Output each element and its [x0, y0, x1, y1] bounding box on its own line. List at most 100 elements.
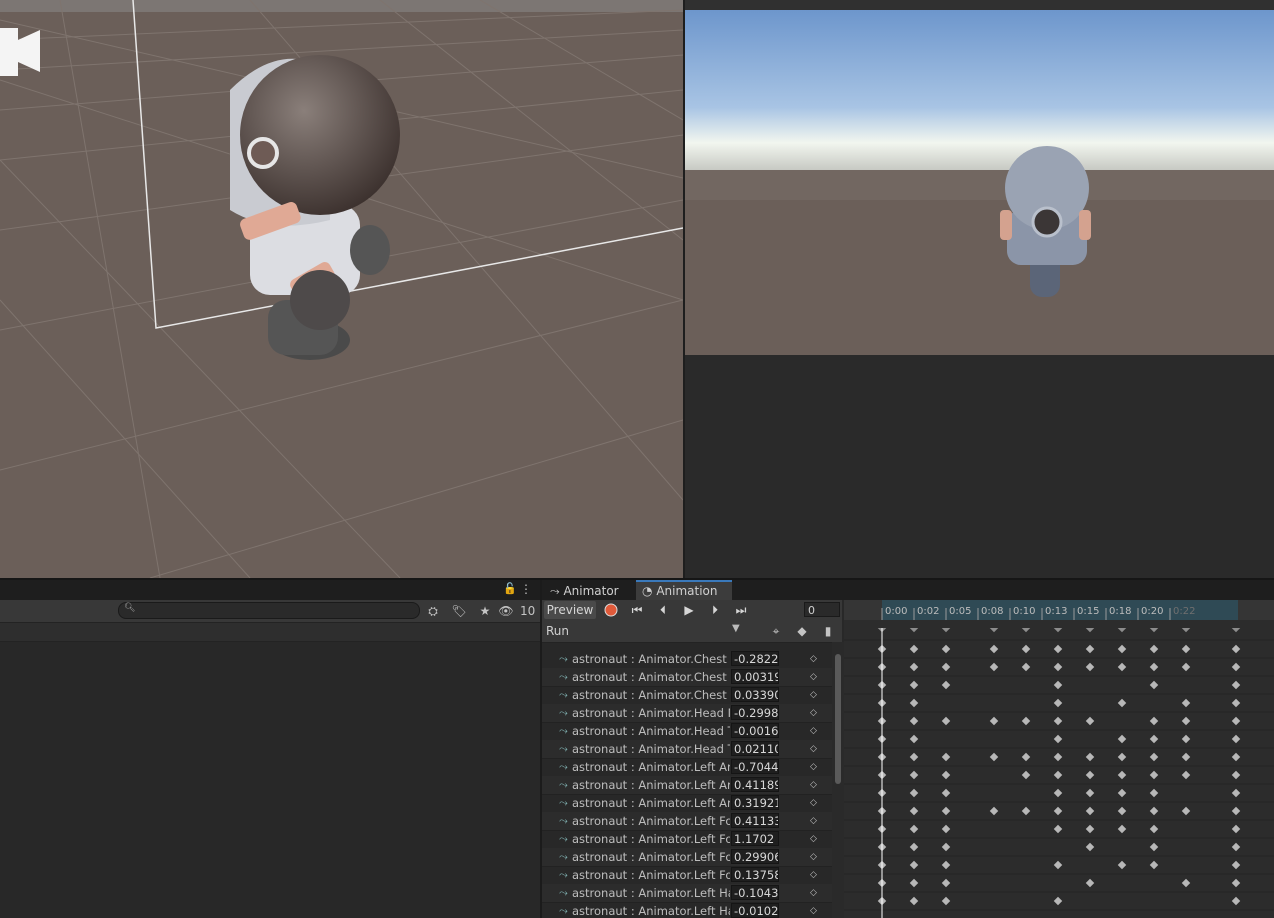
keyframe[interactable]	[1231, 896, 1241, 906]
keyframe[interactable]	[1053, 662, 1063, 672]
keyframe[interactable]	[1085, 716, 1095, 726]
keyframe[interactable]	[1231, 716, 1241, 726]
keyframe-diamond-icon[interactable]: ◇	[810, 848, 817, 866]
summary-keyframe[interactable]	[1231, 628, 1241, 633]
keyframe-diamond-icon[interactable]: ◇	[810, 722, 817, 740]
game-view[interactable]	[685, 10, 1274, 355]
keyframe[interactable]	[1149, 734, 1159, 744]
keyframe[interactable]	[1053, 806, 1063, 816]
keyframe[interactable]	[1021, 752, 1031, 762]
keyframe[interactable]	[1085, 788, 1095, 798]
keyframe[interactable]	[1085, 842, 1095, 852]
property-value-field[interactable]: 0.03390	[731, 687, 779, 702]
keyframe-diamond-icon[interactable]: ◇	[810, 704, 817, 722]
keyframe[interactable]	[1149, 662, 1159, 672]
property-value-field[interactable]: 0.00319	[731, 669, 779, 684]
property-value-field[interactable]: 0.29906	[731, 849, 779, 864]
keyframe[interactable]	[1021, 716, 1031, 726]
keyframe[interactable]	[1053, 860, 1063, 870]
property-row[interactable]: ⤳ astronaut : Animator.Left Arm Twist In-…	[542, 794, 832, 813]
keyframe-diamond-icon[interactable]: ◇	[810, 776, 817, 794]
summary-keyframe[interactable]	[941, 628, 951, 633]
keyframe[interactable]	[1053, 716, 1063, 726]
add-keyframe-icon[interactable]: ◆	[792, 622, 812, 640]
tab-animator[interactable]: ⤳ Animator	[550, 582, 640, 600]
property-row[interactable]: ⤳ astronaut : Animator.Left Arm Down-Up-0…	[542, 758, 832, 777]
summary-keyframe[interactable]	[1117, 628, 1127, 633]
keyframe[interactable]	[909, 842, 919, 852]
time-ruler[interactable]: 0:00 0:02 0:05 0:08 0:10 0:13 0:15 0:18 0:20 0:22	[844, 600, 1274, 620]
first-keyframe-icon[interactable]: ⏮	[626, 601, 648, 619]
keyframe[interactable]	[1149, 824, 1159, 834]
keyframe[interactable]	[909, 716, 919, 726]
scroll-thumb[interactable]	[835, 654, 841, 784]
keyframe[interactable]	[1181, 698, 1191, 708]
keyframe[interactable]	[1149, 860, 1159, 870]
keyframe[interactable]	[1181, 806, 1191, 816]
keyframe[interactable]	[1231, 662, 1241, 672]
preview-button[interactable]: Preview	[544, 601, 596, 619]
keyframe-diamond-icon[interactable]: ◇	[810, 758, 817, 776]
keyframe[interactable]	[1231, 698, 1241, 708]
property-value-field[interactable]: 0.41133	[731, 813, 779, 828]
keyframe-diamond-icon[interactable]: ◇	[810, 866, 817, 884]
keyframe[interactable]	[1181, 644, 1191, 654]
keyframe[interactable]	[1053, 788, 1063, 798]
keyframe[interactable]	[1149, 770, 1159, 780]
property-row[interactable]: ⤳ astronaut : Animator.Chest Left-Right0.…	[542, 668, 832, 687]
clip-dropdown[interactable]: Run	[546, 623, 746, 639]
keyframe[interactable]	[1231, 860, 1241, 870]
keyframe[interactable]	[1085, 644, 1095, 654]
add-event-icon[interactable]: ▮	[818, 622, 838, 640]
keyframe[interactable]	[1231, 824, 1241, 834]
property-row[interactable]: ⤳ astronaut : Animator.Head Tilt Left-Rig…	[542, 722, 832, 741]
keyframe[interactable]	[909, 680, 919, 690]
property-row[interactable]: ⤳ astronaut : Animator.Left Foot Twist In…	[542, 848, 832, 867]
keyframe-diamond-icon[interactable]: ◇	[810, 686, 817, 704]
keyframe[interactable]	[989, 644, 999, 654]
property-value-field[interactable]: 0.13758	[731, 867, 779, 882]
keyframe[interactable]	[941, 662, 951, 672]
keyframe[interactable]	[1231, 680, 1241, 690]
record-button[interactable]	[600, 601, 622, 619]
keyframe-diamond-icon[interactable]: ◇	[810, 884, 817, 902]
keyframe[interactable]	[1149, 680, 1159, 690]
keyframe[interactable]	[989, 806, 999, 816]
keyframe[interactable]	[909, 878, 919, 888]
favorite-star-icon[interactable]: ★	[475, 602, 495, 620]
property-value-field[interactable]: -0.7044	[731, 759, 779, 774]
keyframe[interactable]	[1149, 806, 1159, 816]
keyframe[interactable]	[1117, 734, 1127, 744]
keyframe-diamond-icon[interactable]: ◇	[810, 812, 817, 830]
keyframe[interactable]	[909, 824, 919, 834]
keyframe[interactable]	[1117, 824, 1127, 834]
property-value-field[interactable]: 0.02110	[731, 741, 779, 756]
previous-keyframe-icon[interactable]: ⏴	[652, 601, 674, 619]
keyframe[interactable]	[1117, 770, 1127, 780]
summary-keyframe[interactable]	[1021, 628, 1031, 633]
keyframe[interactable]	[941, 860, 951, 870]
keyframe[interactable]	[1181, 734, 1191, 744]
more-menu-icon[interactable]: ⋮	[516, 580, 536, 598]
keyframe[interactable]	[941, 716, 951, 726]
property-value-field[interactable]: -0.2822	[731, 651, 779, 666]
property-row[interactable]: ⤳ astronaut : Animator.Left Forearm Twist…	[542, 866, 832, 885]
keyframe[interactable]	[1085, 662, 1095, 672]
keyframe[interactable]	[1053, 752, 1063, 762]
summary-keyframe[interactable]	[909, 628, 919, 633]
property-value-field[interactable]: -0.0102	[731, 903, 779, 918]
play-icon[interactable]: ▶	[678, 601, 700, 619]
keyframe[interactable]	[941, 842, 951, 852]
keyframe[interactable]	[1117, 698, 1127, 708]
keyframe[interactable]	[941, 878, 951, 888]
keyframe[interactable]	[1149, 788, 1159, 798]
keyframe[interactable]	[1231, 842, 1241, 852]
keyframe[interactable]	[1231, 644, 1241, 654]
keyframe[interactable]	[1053, 734, 1063, 744]
keyframe[interactable]	[1181, 752, 1191, 762]
keyframe[interactable]	[989, 662, 999, 672]
keyframe[interactable]	[941, 752, 951, 762]
keyframe[interactable]	[909, 698, 919, 708]
keyframe[interactable]	[909, 788, 919, 798]
keyframe-diamond-icon[interactable]: ◇	[810, 794, 817, 812]
